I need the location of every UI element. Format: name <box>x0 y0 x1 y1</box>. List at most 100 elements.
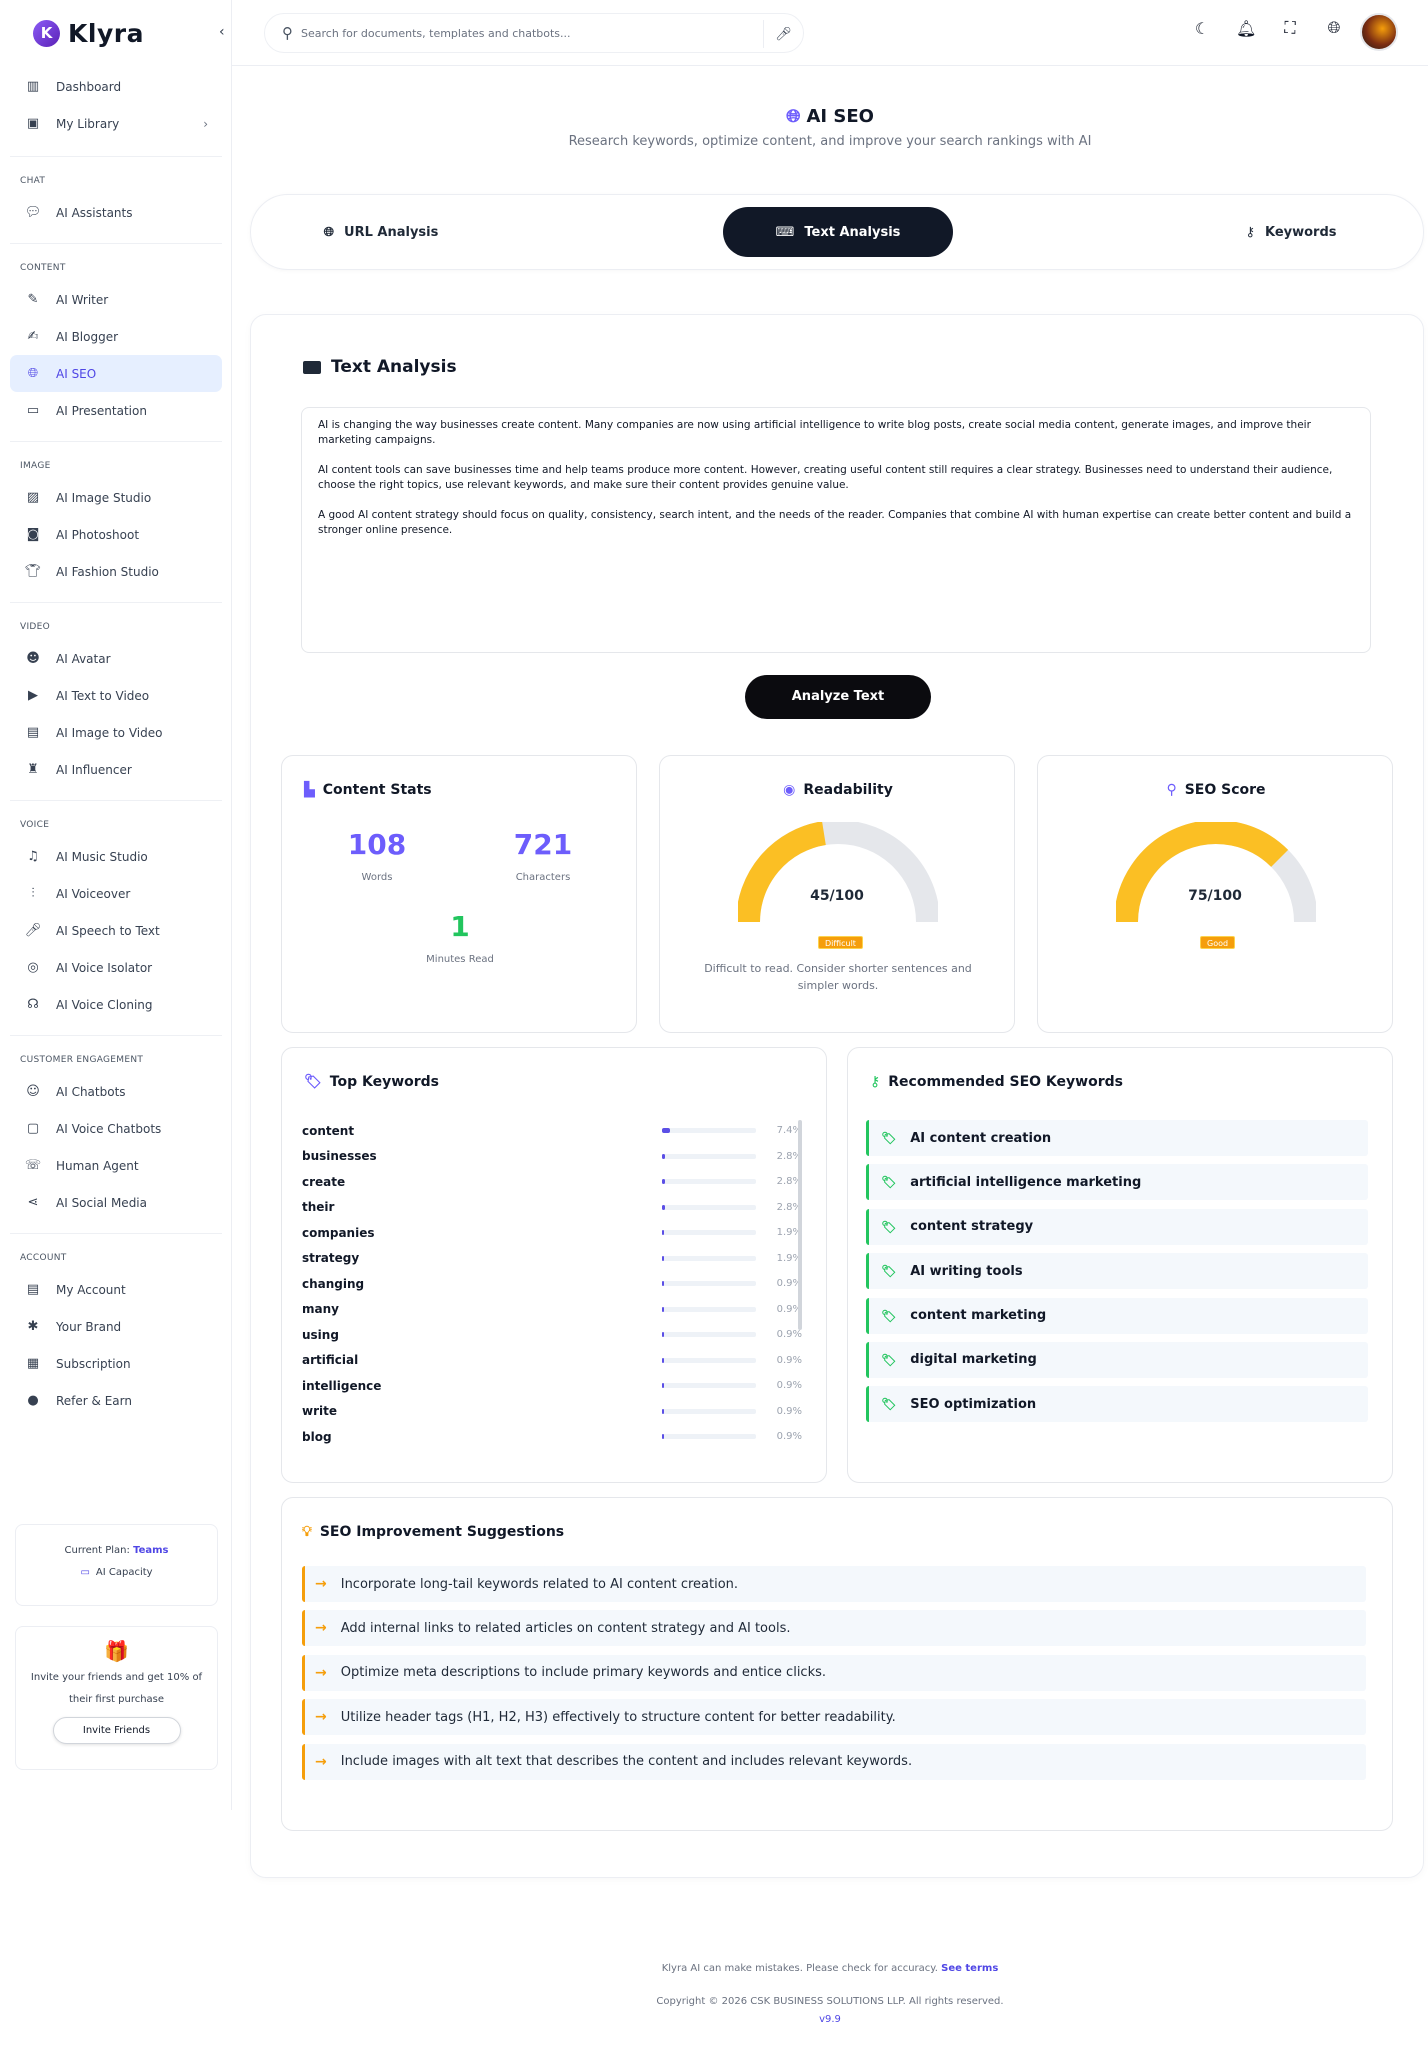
pen-icon: ✎ <box>27 292 39 307</box>
tab-keywords[interactable]: ⚷ Keywords <box>1211 207 1371 257</box>
gift-icon: 🎁 <box>104 1639 129 1663</box>
tab-url-analysis[interactable]: 🌐︎ URL Analysis <box>291 207 471 257</box>
sidebar-item-ai-image-to-video[interactable]: ▤ AI Image to Video <box>10 714 222 751</box>
monitor-icon: ▢ <box>26 1121 40 1136</box>
sidebar-item-refer-earn[interactable]: ● Refer & Earn <box>10 1382 222 1419</box>
tag-icon: 🏷︎ <box>881 1264 897 1279</box>
plan-card: Current Plan: Teams ▭ AI Capacity <box>15 1524 218 1606</box>
keyword-row: artificial 0.9% <box>302 1348 802 1374</box>
sidebar-item-your-brand[interactable]: ✱ Your Brand <box>10 1308 222 1345</box>
sidebar-section-image: IMAGE <box>10 441 222 479</box>
readability-card: ◉ Readability 45/100 Difficult Difficult … <box>659 755 1015 1033</box>
sidebar-item-ai-writer[interactable]: ✎ AI Writer <box>10 281 222 318</box>
keyword-bar-track <box>662 1204 756 1210</box>
sidebar-item-ai-voiceover[interactable]: ⫶ AI Voiceover <box>10 875 222 912</box>
sidebar-item-ai-image-studio[interactable]: ▨ AI Image Studio <box>10 479 222 516</box>
sidebar-item-ai-voice-chatbots[interactable]: ▢ AI Voice Chatbots <box>10 1110 222 1147</box>
coin-icon: ● <box>27 1393 39 1408</box>
seo-suggestions-card: 💡︎ SEO Improvement Suggestions → Incorpora… <box>281 1497 1393 1831</box>
keyword-bar-fill <box>662 1128 670 1134</box>
sidebar-item-label: AI Voice Isolator <box>56 960 153 975</box>
video-icon: ▶ <box>28 688 38 703</box>
keyword-name: their <box>302 1200 335 1215</box>
analysis-text-input[interactable]: AI is changing the way businesses create… <box>301 407 1371 653</box>
sidebar-item-ai-voice-cloning[interactable]: ☊ AI Voice Cloning <box>10 986 222 1023</box>
sidebar-item-label: AI Speech to Text <box>56 923 160 938</box>
microphone-icon: 🎤︎ <box>24 923 42 938</box>
moon-icon[interactable]: ☾ <box>1192 19 1212 38</box>
keyword-row: businesses 2.8% <box>302 1144 802 1170</box>
recommended-keyword[interactable]: 🏷︎ SEO optimization <box>866 1386 1368 1423</box>
seo-suggestion: → Include images with alt text that descr… <box>302 1743 1366 1780</box>
seo-score-badge: Good <box>1200 936 1236 949</box>
search-input[interactable] <box>301 26 741 40</box>
keyword-name: many <box>302 1302 339 1317</box>
sidebar-item-subscription[interactable]: ▦ Subscription <box>10 1345 222 1382</box>
fullscreen-icon[interactable]: ⛶ <box>1280 18 1300 38</box>
sidebar-item-label: AI Social Media <box>56 1195 147 1210</box>
plan-name[interactable]: Teams <box>133 1545 168 1556</box>
sidebar-item-label: Human Agent <box>56 1158 139 1173</box>
recommended-keyword[interactable]: 🏷︎ artificial intelligence marketing <box>866 1164 1368 1201</box>
sidebar-item-ai-seo[interactable]: 🌐︎ AI SEO <box>10 355 222 392</box>
keyword-bar-track <box>662 1357 756 1363</box>
music-icon: ♫ <box>27 849 39 864</box>
plan-prefix: Current Plan: <box>64 1545 130 1556</box>
brand-logo[interactable]: K Klyra <box>33 18 144 48</box>
collapse-sidebar-icon[interactable]: ‹ <box>219 24 225 40</box>
sidebar-item-human-agent[interactable]: ☏ Human Agent <box>10 1147 222 1184</box>
sidebar-item-ai-music-studio[interactable]: ♫ AI Music Studio <box>10 838 222 875</box>
sidebar-item-my-library[interactable]: ▣ My Library › <box>10 105 222 142</box>
sidebar-item-ai-influencer[interactable]: ♜ AI Influencer <box>10 751 222 788</box>
file-video-icon: ▤ <box>26 725 40 740</box>
language-globe-icon[interactable]: 🌐︎ <box>1324 18 1344 38</box>
user-avatar[interactable] <box>1360 13 1398 51</box>
sidebar-item-label: AI Avatar <box>56 651 111 666</box>
search-box: ⚲ 🎤︎ <box>264 13 804 53</box>
sidebar-item-label: AI Voiceover <box>56 886 131 901</box>
readability-badge: Difficult <box>818 936 863 949</box>
keyword-bar-fill <box>662 1230 665 1236</box>
ai-capacity-label[interactable]: AI Capacity <box>96 1567 153 1578</box>
recommended-keyword[interactable]: 🏷︎ AI writing tools <box>866 1253 1368 1290</box>
sidebar-item-my-account[interactable]: ▤ My Account <box>10 1271 222 1308</box>
keyword-name: businesses <box>302 1149 377 1164</box>
seo-suggestion-text: Utilize header tags (H1, H2, H3) effecti… <box>340 1709 896 1725</box>
sidebar-item-ai-fashion-studio[interactable]: 👕︎ AI Fashion Studio <box>10 553 222 590</box>
seo-suggestion: → Optimize meta descriptions to include p… <box>302 1654 1366 1691</box>
sidebar-item-dashboard[interactable]: ▥ Dashboard <box>10 68 222 105</box>
sidebar-item-ai-social-media[interactable]: ⋖ AI Social Media <box>10 1184 222 1221</box>
sidebar-item-label: AI Influencer <box>56 762 132 777</box>
recommended-keyword[interactable]: 🏷︎ content marketing <box>866 1297 1368 1334</box>
recommended-keywords-card: ⚷ Recommended SEO Keywords 🏷︎ AI content c… <box>847 1047 1393 1483</box>
keyword-bar-fill <box>662 1255 665 1261</box>
see-terms-link[interactable]: See terms <box>941 1963 998 1974</box>
sidebar-item-ai-blogger[interactable]: ✍ AI Blogger <box>10 318 222 355</box>
top-keywords-title: Top Keywords <box>329 1074 440 1090</box>
recommended-keyword[interactable]: 🏷︎ digital marketing <box>866 1341 1368 1378</box>
keyword-bar-fill <box>662 1383 664 1389</box>
sidebar-item-ai-chatbots[interactable]: ☺ AI Chatbots <box>10 1073 222 1110</box>
sidebar-item-ai-avatar[interactable]: ☻ AI Avatar <box>10 640 222 677</box>
keyword-bar-track <box>662 1332 756 1338</box>
recommended-keyword[interactable]: 🏷︎ AI content creation <box>866 1120 1368 1156</box>
bell-icon[interactable]: 🔔︎ <box>1236 19 1256 38</box>
recommended-keyword[interactable]: 🏷︎ content strategy <box>866 1208 1368 1245</box>
sidebar-item-ai-presentation[interactable]: ▭ AI Presentation <box>10 392 222 429</box>
analyze-text-button[interactable]: Analyze Text <box>745 675 931 719</box>
sidebar-item-ai-text-to-video[interactable]: ▶ AI Text to Video <box>10 677 222 714</box>
tab-text-analysis[interactable]: ⌨ Text Analysis <box>723 207 953 257</box>
microphone-icon[interactable]: 🎤︎ <box>763 20 803 48</box>
key-icon: ⚷ <box>870 1074 881 1090</box>
keyword-percent: 2.8% <box>776 1150 802 1162</box>
top-keywords-card: 🏷︎ Top Keywords content 7.4% businesses 2.8%… <box>281 1047 827 1483</box>
seo-suggestion: → Utilize header tags (H1, H2, H3) effect… <box>302 1699 1366 1736</box>
sidebar-item-ai-assistants[interactable]: 💬︎ AI Assistants <box>10 194 222 231</box>
sidebar-item-label: AI Photoshoot <box>56 527 140 542</box>
keywords-scrollbar[interactable] <box>798 1120 802 1330</box>
invite-friends-button[interactable]: Invite Friends <box>52 1717 181 1744</box>
sidebar-item-ai-voice-isolator[interactable]: ◎ AI Voice Isolator <box>10 949 222 986</box>
sidebar-item-ai-speech-to-text[interactable]: 🎤︎ AI Speech to Text <box>10 912 222 949</box>
sidebar-item-ai-photoshoot[interactable]: ◙ AI Photoshoot <box>10 516 222 553</box>
chat-icon: 💬︎ <box>24 205 42 220</box>
